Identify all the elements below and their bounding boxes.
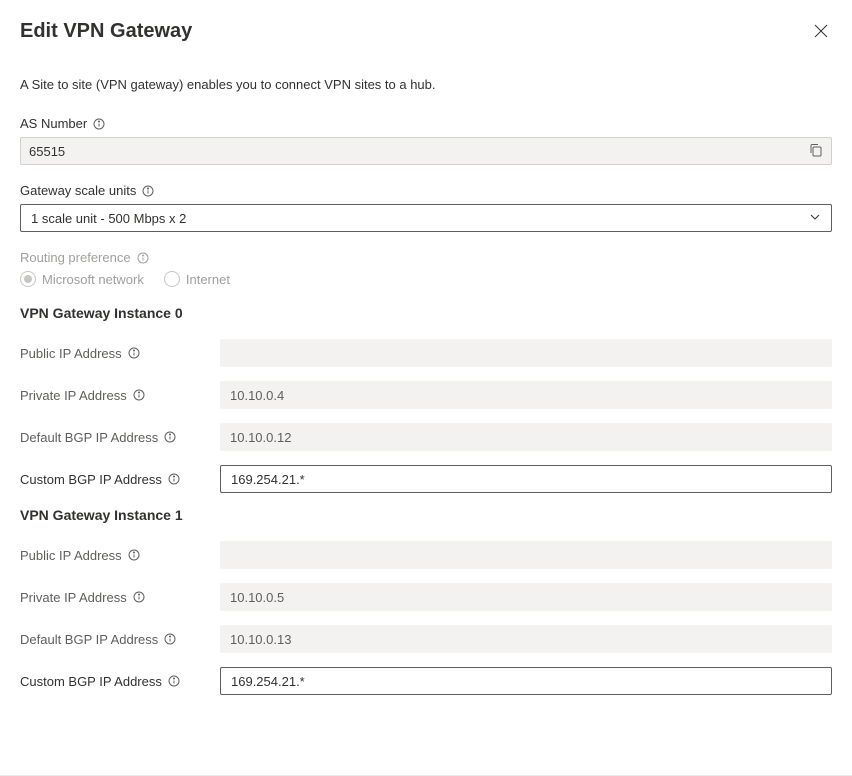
custom-bgp-input-1[interactable] xyxy=(220,667,832,695)
routing-pref-internet: Internet xyxy=(164,271,230,287)
info-icon[interactable] xyxy=(168,675,180,687)
page-title: Edit VPN Gateway xyxy=(20,20,192,43)
public-ip-value xyxy=(220,541,832,569)
public-ip-label: Public IP Address xyxy=(20,346,220,361)
custom-bgp-label: Custom BGP IP Address xyxy=(20,472,220,487)
scale-units-select[interactable]: 1 scale unit - 500 Mbps x 2 xyxy=(20,204,832,232)
radio-icon xyxy=(20,271,36,287)
instance-0-heading: VPN Gateway Instance 0 xyxy=(20,305,832,321)
radio-label: Internet xyxy=(186,272,230,287)
as-number-value: 65515 xyxy=(29,144,65,159)
info-icon[interactable] xyxy=(137,252,149,264)
default-bgp-value: 10.10.0.13 xyxy=(220,625,832,653)
chevron-down-icon xyxy=(809,211,821,226)
default-bgp-label: Default BGP IP Address xyxy=(20,632,220,647)
public-ip-value xyxy=(220,339,832,367)
routing-pref-radio-group: Microsoft network Internet xyxy=(20,271,832,287)
description-text: A Site to site (VPN gateway) enables you… xyxy=(20,77,832,92)
radio-label: Microsoft network xyxy=(42,272,144,287)
info-icon[interactable] xyxy=(128,347,140,359)
as-number-label: AS Number xyxy=(20,116,832,131)
private-ip-label: Private IP Address xyxy=(20,388,220,403)
close-icon xyxy=(814,26,828,41)
radio-icon xyxy=(164,271,180,287)
info-icon[interactable] xyxy=(168,473,180,485)
private-ip-value: 10.10.0.5 xyxy=(220,583,832,611)
info-icon[interactable] xyxy=(133,591,145,603)
custom-bgp-label: Custom BGP IP Address xyxy=(20,674,220,689)
info-icon[interactable] xyxy=(133,389,145,401)
info-icon[interactable] xyxy=(93,118,105,130)
info-icon[interactable] xyxy=(142,185,154,197)
info-icon[interactable] xyxy=(164,431,176,443)
info-icon[interactable] xyxy=(128,549,140,561)
copy-icon[interactable] xyxy=(809,143,823,160)
info-icon[interactable] xyxy=(164,633,176,645)
default-bgp-label: Default BGP IP Address xyxy=(20,430,220,445)
instance-1-heading: VPN Gateway Instance 1 xyxy=(20,507,832,523)
close-button[interactable] xyxy=(810,20,832,45)
scale-units-value: 1 scale unit - 500 Mbps x 2 xyxy=(31,211,186,226)
as-number-field: 65515 xyxy=(20,137,832,165)
routing-pref-label: Routing preference xyxy=(20,250,832,265)
routing-pref-microsoft: Microsoft network xyxy=(20,271,144,287)
private-ip-label: Private IP Address xyxy=(20,590,220,605)
default-bgp-value: 10.10.0.12 xyxy=(220,423,832,451)
public-ip-label: Public IP Address xyxy=(20,548,220,563)
private-ip-value: 10.10.0.4 xyxy=(220,381,832,409)
custom-bgp-input-0[interactable] xyxy=(220,465,832,493)
scale-units-label: Gateway scale units xyxy=(20,183,832,198)
